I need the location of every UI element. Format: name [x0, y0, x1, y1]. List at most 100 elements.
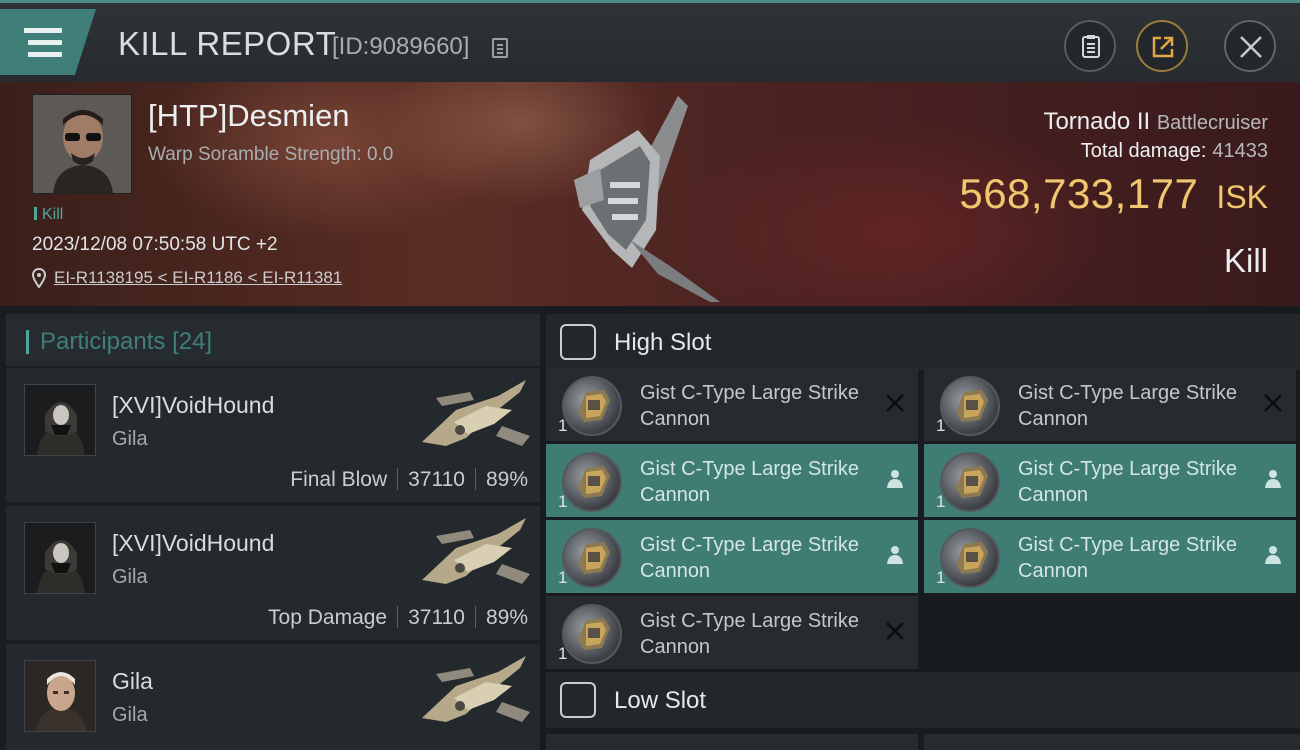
high-slot-module[interactable]: 1 Gist C-Type Large Strike Cannon [924, 444, 1296, 517]
module-name: Gist C-Type Large Strike Cannon [1018, 382, 1237, 430]
participant-damage: 37110 [408, 606, 465, 629]
participant-row[interactable]: [XVI]VoidHound Gila Top Damage 37110 89% [6, 506, 540, 640]
participant-corp: Gila [112, 566, 148, 588]
participants-header[interactable]: Participants [24] [6, 314, 540, 366]
module-icon [940, 452, 1000, 512]
total-damage: Total damage: 41433 [1081, 140, 1268, 163]
participants-count: [24] [172, 328, 213, 355]
close-icon [1240, 36, 1262, 58]
participant-ship-icon [422, 380, 530, 446]
victim-banner: [HTP]Desmien Warp Soramble Strength: 0.0… [0, 82, 1300, 306]
module-icon [562, 376, 622, 436]
low-slot-module[interactable] [924, 734, 1300, 750]
report-type-tag: Kill [34, 206, 63, 224]
module-name: Gist C-Type Large Strike Cannon [640, 610, 859, 658]
kill-report-window: { "header": { "title": "KILL REPORT", "r… [0, 0, 1300, 750]
participant-stats: Final Blow 37110 89% [290, 468, 528, 492]
participant-damage-pct: 89% [485, 468, 528, 491]
clipboard-button[interactable] [1064, 20, 1116, 72]
high-slot-icon [560, 324, 596, 360]
module-name: Gist C-Type Large Strike Cannon [1018, 534, 1237, 582]
module-icon [562, 604, 622, 664]
participant-name: Gila [112, 668, 153, 694]
module-name: Gist C-Type Large Strike Cannon [640, 458, 859, 506]
participant-damage: 37110 [408, 468, 465, 491]
page-title: KILL REPORT [118, 25, 337, 62]
module-icon [562, 452, 622, 512]
participant-stats: Top Damage 37110 89% [268, 606, 528, 630]
participant-ship-icon [422, 656, 530, 722]
participant-tag: Final Blow [290, 468, 388, 491]
high-slot-label: High Slot [614, 329, 712, 356]
destroyed-icon [1264, 394, 1282, 412]
high-slot-module[interactable]: 1 Gist C-Type Large Strike Cannon [546, 520, 918, 593]
high-slot-module[interactable]: 1 Gist C-Type Large Strike Cannon [546, 444, 918, 517]
module-quantity: 1 [936, 568, 946, 587]
close-button[interactable] [1224, 20, 1276, 72]
participants-label: Participants [40, 328, 166, 355]
module-quantity: 1 [936, 492, 946, 511]
high-slot-module[interactable]: 1 Gist C-Type Large Strike Cannon [546, 596, 918, 669]
victim-ship[interactable]: Tornado II Battlecruiser [1043, 108, 1268, 136]
participants-panel: Participants [24] [XVI]VoidHound Gila Fi… [0, 306, 540, 750]
isk-value: 568,733,177 ISK [959, 170, 1268, 218]
participant-tag: Top Damage [268, 606, 388, 629]
module-icon [562, 528, 622, 588]
high-slot-header: High Slot [546, 314, 1300, 370]
victim-portrait[interactable] [32, 94, 132, 194]
victim-name[interactable]: [HTP]Desmien [148, 98, 350, 134]
destroyed-icon [886, 394, 904, 412]
low-slot-module[interactable] [546, 734, 918, 750]
clipboard-icon [1082, 35, 1100, 58]
participant-damage-pct: 89% [485, 606, 528, 629]
warp-scramble-strength: Warp Soramble Strength: 0.0 [148, 144, 394, 165]
module-name: Gist C-Type Large Strike Cannon [1018, 458, 1237, 506]
module-quantity: 1 [936, 416, 946, 435]
module-icon [940, 528, 1000, 588]
result-label: Kill [1223, 242, 1268, 279]
participant-corp: Gila [112, 704, 148, 726]
total-damage-label: Total damage: [1080, 140, 1207, 162]
low-slot-header: Low Slot [546, 672, 1300, 728]
ship-name: Tornado II [1043, 108, 1151, 135]
kill-datetime: 2023/12/08 07:50:58 UTC +2 [32, 234, 278, 255]
dropped-icon [1265, 470, 1281, 488]
ship-class: Battlecruiser [1156, 112, 1268, 134]
module-quantity: 1 [558, 416, 568, 435]
dropped-icon [887, 546, 903, 564]
victim-ship-image [574, 96, 720, 302]
participant-row[interactable]: Gila Gila [6, 644, 540, 750]
participant-name: [XVI]VoidHound [112, 392, 275, 418]
module-quantity: 1 [558, 568, 568, 587]
low-slot-icon [560, 682, 596, 718]
dropped-icon [1265, 546, 1281, 564]
report-id: [ID:9089660] [332, 33, 470, 60]
module-quantity: 1 [558, 644, 568, 663]
high-slot-module[interactable]: 1 Gist C-Type Large Strike Cannon [546, 368, 918, 441]
participant-corp: Gila [112, 428, 148, 450]
high-slot-module[interactable]: 1 Gist C-Type Large Strike Cannon [924, 368, 1296, 441]
module-name: Gist C-Type Large Strike Cannon [640, 382, 859, 430]
module-quantity: 1 [558, 492, 568, 511]
fitting-panel: High Slot 1 Gist C-Type Large Strike Cann… [540, 306, 1300, 750]
dropped-icon [887, 470, 903, 488]
avatar [24, 384, 96, 456]
participant-name: [XVI]VoidHound [112, 530, 275, 556]
kill-location-link[interactable]: EI-R1138195 < EI-R1186 < EI-R11381 [54, 268, 342, 288]
avatar [24, 660, 96, 732]
share-button[interactable] [1136, 20, 1188, 72]
module-icon [940, 376, 1000, 436]
participant-row[interactable]: [XVI]VoidHound Gila Final Blow 37110 89% [6, 368, 540, 502]
isk-amount: 568,733,177 [959, 170, 1199, 217]
location-pin-icon [32, 268, 46, 288]
avatar [24, 522, 96, 594]
header-bar: KILL REPORT [ID:9089660] [0, 0, 1300, 82]
high-slot-module[interactable]: 1 Gist C-Type Large Strike Cannon [924, 520, 1296, 593]
menu-button[interactable] [0, 9, 96, 75]
module-name: Gist C-Type Large Strike Cannon [640, 534, 859, 582]
avatar [33, 95, 131, 193]
total-damage-value: 41433 [1212, 140, 1268, 162]
destroyed-icon [886, 622, 904, 640]
copy-icon[interactable] [492, 38, 508, 58]
share-icon [1152, 36, 1174, 58]
